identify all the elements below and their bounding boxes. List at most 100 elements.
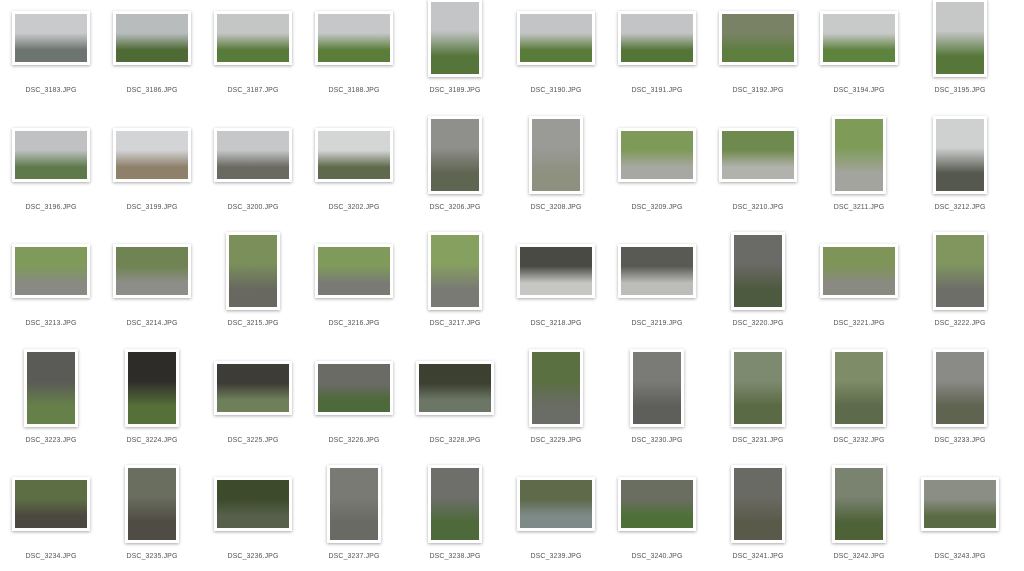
file-thumbnail[interactable] — [12, 477, 90, 531]
file-name-label[interactable]: DSC_3200.JPG — [203, 204, 303, 211]
file-name-label[interactable]: DSC_3243.JPG — [910, 553, 1010, 560]
file-thumbnail[interactable] — [428, 115, 482, 194]
file-name-label[interactable]: DSC_3202.JPG — [304, 204, 404, 211]
file-thumbnail[interactable] — [214, 11, 292, 65]
file-name-label[interactable]: DSC_3187.JPG — [203, 87, 303, 94]
file-name-label[interactable]: DSC_3233.JPG — [910, 437, 1010, 444]
file-name-label[interactable]: DSC_3196.JPG — [1, 204, 101, 211]
file-name-label[interactable]: DSC_3199.JPG — [102, 204, 202, 211]
file-name-label[interactable]: DSC_3241.JPG — [708, 553, 808, 560]
file-name-label[interactable]: DSC_3222.JPG — [910, 320, 1010, 327]
file-name-label[interactable]: DSC_3236.JPG — [203, 553, 303, 560]
file-name-label[interactable]: DSC_3230.JPG — [607, 437, 707, 444]
file-thumbnail[interactable] — [327, 465, 381, 543]
file-thumbnail[interactable] — [125, 465, 179, 543]
file-name-label[interactable]: DSC_3234.JPG — [1, 553, 101, 560]
file-name-label[interactable]: DSC_3235.JPG — [102, 553, 202, 560]
file-thumbnail[interactable] — [428, 465, 482, 543]
file-thumbnail[interactable] — [921, 477, 999, 531]
file-thumbnail[interactable] — [226, 232, 280, 310]
file-thumbnail[interactable] — [820, 11, 898, 65]
file-thumbnail[interactable] — [731, 348, 785, 427]
file-thumbnail[interactable] — [832, 115, 886, 194]
file-thumbnail[interactable] — [832, 465, 886, 543]
file-thumbnail[interactable] — [113, 244, 191, 298]
file-thumbnail[interactable] — [933, 0, 987, 77]
file-name-label[interactable]: DSC_3232.JPG — [809, 437, 909, 444]
file-thumbnail[interactable] — [12, 244, 90, 298]
file-name-label[interactable]: DSC_3231.JPG — [708, 437, 808, 444]
file-name-label[interactable]: DSC_3223.JPG — [1, 437, 101, 444]
file-name-label[interactable]: DSC_3209.JPG — [607, 204, 707, 211]
file-thumbnail[interactable] — [24, 348, 78, 427]
file-thumbnail[interactable] — [214, 477, 292, 531]
file-thumbnail[interactable] — [517, 477, 595, 531]
file-name-label[interactable]: DSC_3217.JPG — [405, 320, 505, 327]
file-name-label[interactable]: DSC_3212.JPG — [910, 204, 1010, 211]
file-thumbnail[interactable] — [428, 232, 482, 310]
file-name-label[interactable]: DSC_3213.JPG — [1, 320, 101, 327]
file-thumbnail[interactable] — [820, 244, 898, 298]
file-thumbnail[interactable] — [832, 348, 886, 427]
file-name-label[interactable]: DSC_3228.JPG — [405, 437, 505, 444]
file-thumbnail[interactable] — [529, 115, 583, 194]
file-thumbnail[interactable] — [12, 127, 90, 182]
file-thumbnail[interactable] — [315, 127, 393, 182]
file-name-label[interactable]: DSC_3191.JPG — [607, 87, 707, 94]
file-thumbnail[interactable] — [618, 11, 696, 65]
file-thumbnail[interactable] — [618, 127, 696, 182]
file-name-label[interactable]: DSC_3218.JPG — [506, 320, 606, 327]
file-name-label[interactable]: DSC_3242.JPG — [809, 553, 909, 560]
file-thumbnail[interactable] — [416, 360, 494, 415]
file-thumbnail[interactable] — [12, 11, 90, 65]
file-thumbnail[interactable] — [315, 11, 393, 65]
file-name-label[interactable]: DSC_3225.JPG — [203, 437, 303, 444]
file-name-label[interactable]: DSC_3211.JPG — [809, 204, 909, 211]
file-thumbnail[interactable] — [933, 232, 987, 310]
file-name-label[interactable]: DSC_3208.JPG — [506, 204, 606, 211]
file-thumbnail[interactable] — [517, 11, 595, 65]
file-name-label[interactable]: DSC_3237.JPG — [304, 553, 404, 560]
file-thumbnail[interactable] — [618, 244, 696, 298]
file-thumbnail[interactable] — [719, 127, 797, 182]
file-name-label[interactable]: DSC_3190.JPG — [506, 87, 606, 94]
file-thumbnail[interactable] — [933, 115, 987, 194]
file-name-label[interactable]: DSC_3194.JPG — [809, 87, 909, 94]
file-name-label[interactable]: DSC_3210.JPG — [708, 204, 808, 211]
file-name-label[interactable]: DSC_3221.JPG — [809, 320, 909, 327]
file-thumbnail[interactable] — [113, 11, 191, 65]
file-thumbnail[interactable] — [214, 360, 292, 415]
file-thumbnail[interactable] — [113, 127, 191, 182]
file-name-label[interactable]: DSC_3240.JPG — [607, 553, 707, 560]
file-thumbnail[interactable] — [731, 465, 785, 543]
file-thumbnail[interactable] — [618, 477, 696, 531]
file-name-label[interactable]: DSC_3188.JPG — [304, 87, 404, 94]
file-thumbnail[interactable] — [125, 348, 179, 427]
file-name-label[interactable]: DSC_3224.JPG — [102, 437, 202, 444]
file-name-label[interactable]: DSC_3186.JPG — [102, 87, 202, 94]
file-name-label[interactable]: DSC_3189.JPG — [405, 87, 505, 94]
file-name-label[interactable]: DSC_3219.JPG — [607, 320, 707, 327]
file-name-label[interactable]: DSC_3239.JPG — [506, 553, 606, 560]
file-thumbnail[interactable] — [933, 348, 987, 427]
file-name-label[interactable]: DSC_3220.JPG — [708, 320, 808, 327]
file-name-label[interactable]: DSC_3238.JPG — [405, 553, 505, 560]
file-name-label[interactable]: DSC_3215.JPG — [203, 320, 303, 327]
file-thumbnail[interactable] — [315, 360, 393, 415]
file-thumbnail[interactable] — [214, 127, 292, 182]
file-name-label[interactable]: DSC_3183.JPG — [1, 87, 101, 94]
file-thumbnail[interactable] — [517, 244, 595, 298]
file-name-label[interactable]: DSC_3216.JPG — [304, 320, 404, 327]
file-name-label[interactable]: DSC_3206.JPG — [405, 204, 505, 211]
file-name-label[interactable]: DSC_3192.JPG — [708, 87, 808, 94]
file-name-label[interactable]: DSC_3226.JPG — [304, 437, 404, 444]
file-thumbnail[interactable] — [529, 348, 583, 427]
file-thumbnail[interactable] — [428, 0, 482, 77]
file-name-label[interactable]: DSC_3195.JPG — [910, 87, 1010, 94]
file-thumbnail[interactable] — [630, 348, 684, 427]
file-name-label[interactable]: DSC_3214.JPG — [102, 320, 202, 327]
file-thumbnail[interactable] — [719, 11, 797, 65]
file-thumbnail[interactable] — [315, 244, 393, 298]
file-thumbnail[interactable] — [731, 232, 785, 310]
file-name-label[interactable]: DSC_3229.JPG — [506, 437, 606, 444]
